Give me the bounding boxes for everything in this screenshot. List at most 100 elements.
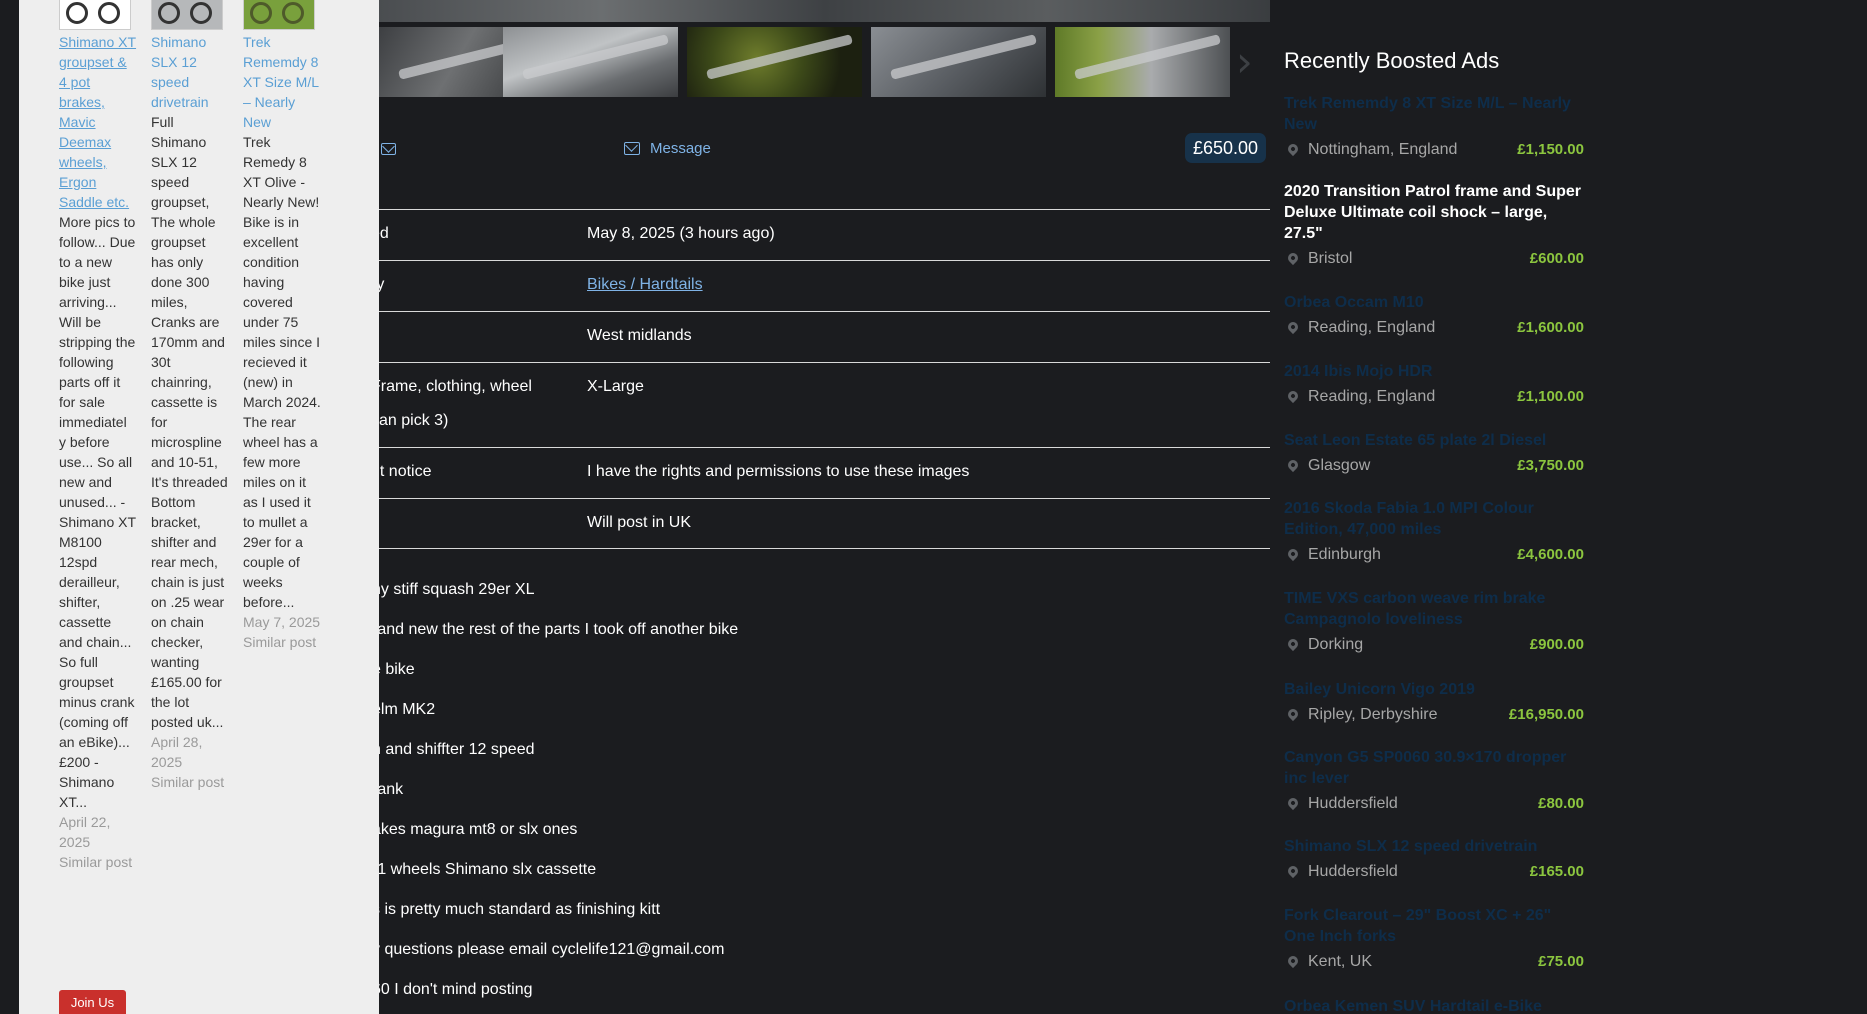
post-excerpt: More pics to follow... Due to a new bike… [59,214,136,810]
boosted-ad[interactable]: 2020 Transition Patrol frame and Super D… [1284,181,1584,272]
similar-label: Similar post [243,634,317,650]
detail-value: May 8, 2025 (3 hours ago) [587,225,775,242]
main-photo[interactable] [379,0,1270,22]
ad-title[interactable]: Bailey Unicorn Vigo 2019 [1284,679,1584,700]
detail-label-line: Frame, clothing, wheel [371,378,532,395]
ad-meta: Ripley, Derbyshire £16,950.00 [1284,706,1584,728]
description: ny stiff squash 29er XL rand new the res… [372,580,1270,1014]
message-button[interactable]: Message [624,133,711,163]
boosted-ad[interactable]: Canyon G5 SP0060 30.9×170 dropper inc le… [1284,747,1584,817]
message-label: Message [650,139,711,157]
join-us-button[interactable]: Join Us [59,990,126,1014]
post-thumbnail[interactable] [151,0,223,30]
map-pin-icon [1285,706,1301,722]
post-title[interactable]: Trek Rememdy 8 XT Size M/L – Nearly New [243,32,321,132]
post-title[interactable]: Shimano SLX 12 speed drivetrain [151,32,229,112]
photo-thumbnail[interactable] [1055,27,1230,97]
category-link[interactable]: Bikes / Hardtails [587,276,703,294]
ad-meta: Huddersfield £165.00 [1284,863,1584,885]
ad-location: Nottingham, England [1308,141,1458,158]
boosted-ad[interactable]: Bailey Unicorn Vigo 2019 Ripley, Derbyshi… [1284,679,1584,728]
ad-title[interactable]: 2014 Ibis Mojo HDR [1284,361,1584,382]
ad-price: £165.00 [1529,863,1584,880]
ad-price: £3,750.00 [1517,457,1584,474]
detail-label: ht notice [371,463,432,480]
ad-title[interactable]: Shimano SLX 12 speed drivetrain [1284,836,1584,857]
photo-thumbnail[interactable] [503,27,678,97]
ad-meta: Nottingham, England £1,150.00 [1284,141,1584,163]
photo-thumbnail[interactable] [687,27,862,97]
ad-location: Ripley, Derbyshire [1308,706,1438,723]
post-date: April 22, 2025 [59,814,111,850]
ad-meta: Kent, UK £75.00 [1284,953,1584,975]
description-line: elm MK2 [372,701,436,718]
detail-row: ed May 8, 2025 (3 hours ago) [371,209,1270,260]
similar-post-card[interactable]: Trek Rememdy 8 XT Size M/L – Nearly New … [243,0,321,652]
map-pin-icon [1285,388,1301,404]
similar-post-card[interactable]: Shimano XT groupset & 4 pot brakes, Mavi… [59,0,137,872]
similar-posts-panel: Shimano XT groupset & 4 pot brakes, Mavi… [19,0,379,1014]
boosted-ad[interactable]: 2016 Skoda Fabia 1.0 MPI Colour Edition,… [1284,498,1584,568]
detail-label: n [371,319,571,353]
sidebar-title: Recently Boosted Ads [1284,48,1500,73]
ad-meta: Dorking £900.00 [1284,636,1584,658]
boosted-ad[interactable]: Shimano SLX 12 speed drivetrain Huddersfi… [1284,836,1584,885]
map-pin-icon [1285,250,1301,266]
ad-title[interactable]: Canyon G5 SP0060 30.9×170 dropper inc le… [1284,747,1584,789]
ad-title[interactable]: 2016 Skoda Fabia 1.0 MPI Colour Edition,… [1284,498,1584,540]
boosted-ad[interactable]: 2014 Ibis Mojo HDR Reading, England £1,100… [1284,361,1584,410]
post-thumbnail[interactable] [243,0,315,30]
ad-meta: Bristol £600.00 [1284,250,1584,272]
boosted-ad[interactable]: Orbea Occam M10 Reading, England £1,600.00 [1284,292,1584,341]
boosted-ad[interactable]: Orbea Kemen SUV Hardtail e-Bike [1284,996,1584,1014]
ad-price: £75.00 [1538,953,1584,970]
similar-label: Similar post [151,774,225,790]
description-line: y questions please email cyclelife121@gm… [372,941,725,958]
ad-title[interactable]: 2020 Transition Patrol frame and Super D… [1284,181,1584,244]
detail-row: n West midlands [371,311,1270,362]
ad-title[interactable]: Trek Rememdy 8 XT Size M/L – Nearly New [1284,93,1584,135]
detail-value: Will post in UK [587,514,692,531]
ad-title[interactable]: Seat Leon Estate 65 plate 2l Diesel [1284,430,1584,451]
map-pin-icon [1285,953,1301,969]
boosted-ad[interactable]: Seat Leon Estate 65 plate 2l Diesel Glasg… [1284,430,1584,479]
similar-post-card[interactable]: Shimano SLX 12 speed drivetrain Full Shi… [151,0,229,792]
post-excerpt: Trek Remedy 8 XT Olive - Nearly New! Bik… [243,134,321,610]
map-pin-icon [1285,141,1301,157]
detail-label: Frame, clothing, wheel can pick 3) [371,370,571,438]
boosted-ad[interactable]: Trek Rememdy 8 XT Size M/L – Nearly New N… [1284,93,1584,163]
description-line: rank [372,781,404,798]
map-pin-icon [1285,636,1301,652]
ad-title[interactable]: TIME VXS carbon weave rim brake Campagno… [1284,588,1584,630]
ad-location: Edinburgh [1308,546,1381,563]
boosted-ad[interactable]: Fork Clearout – 29" Boost XC + 26" One I… [1284,905,1584,975]
post-thumbnail[interactable] [59,0,131,30]
post-title[interactable]: Shimano XT groupset & 4 pot brakes, Mavi… [59,32,137,212]
description-line: )1 wheels Shimano slx cassette [372,861,597,878]
email-icon[interactable] [381,143,396,155]
ad-location: Glasgow [1308,457,1371,474]
photo-thumbnail[interactable] [871,27,1046,97]
chevron-right-icon[interactable]: › [1236,41,1266,83]
ad-title[interactable]: Orbea Kemen SUV Hardtail e-Bike [1284,996,1584,1014]
ad-title[interactable]: Orbea Occam M10 [1284,292,1584,313]
post-date: April 28, 2025 [151,734,203,770]
ad-price: £80.00 [1538,795,1584,812]
detail-row: ht notice I have the rights and permissi… [371,447,1270,498]
ad-location: Dorking [1308,636,1364,653]
description-line: h and shiffter 12 speed [372,741,535,758]
boosted-ad[interactable]: TIME VXS carbon weave rim brake Campagno… [1284,588,1584,658]
ad-price: £4,600.00 [1517,546,1584,563]
ad-location: Huddersfield [1308,863,1398,880]
detail-value: X-Large [587,378,644,395]
ad-meta: Reading, England £1,600.00 [1284,319,1584,341]
price-badge: £650.00 [1185,133,1267,163]
description-line: rand new the rest of the parts I took of… [372,621,739,638]
ad-price: £16,950.00 [1508,706,1584,723]
detail-row: Will post in UK [379,498,1270,549]
similar-label: Similar post [59,854,133,870]
ad-meta: Glasgow £3,750.00 [1284,457,1584,479]
post-date: May 7, 2025 [243,614,321,630]
ad-title[interactable]: Fork Clearout – 29" Boost XC + 26" One I… [1284,905,1584,947]
ad-location: Reading, England [1308,388,1436,405]
